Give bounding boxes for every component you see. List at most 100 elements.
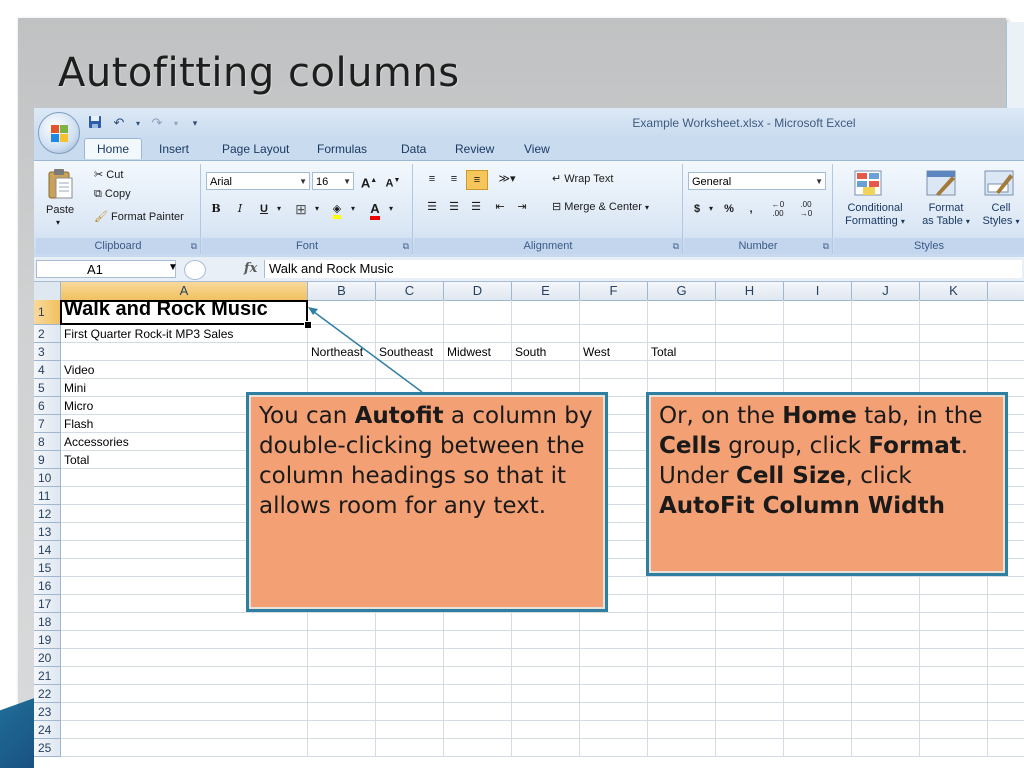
grid-cell[interactable]	[376, 739, 444, 757]
grid-cell[interactable]	[920, 703, 988, 721]
fill-handle[interactable]	[304, 321, 312, 329]
row-header[interactable]: 20	[34, 649, 61, 667]
grid-cell[interactable]	[580, 361, 648, 379]
office-button[interactable]	[38, 112, 80, 154]
grid-cell[interactable]	[376, 667, 444, 685]
orientation-icon[interactable]: ≫▾	[494, 170, 520, 188]
grid-cell[interactable]	[648, 595, 716, 613]
conditional-formatting-icon[interactable]	[854, 170, 882, 201]
grid-cell[interactable]	[784, 739, 852, 757]
grid-cell[interactable]	[444, 649, 512, 667]
grid-cell[interactable]	[716, 300, 784, 325]
grid-cell[interactable]	[376, 613, 444, 631]
grid-cell[interactable]	[988, 667, 1024, 685]
grid-cell[interactable]	[61, 721, 308, 739]
grid-cell[interactable]	[716, 685, 784, 703]
grid-cell[interactable]	[376, 703, 444, 721]
number-launcher-icon[interactable]: ⧉	[823, 241, 829, 252]
grid-cell[interactable]	[852, 361, 920, 379]
grid-cell[interactable]	[852, 577, 920, 595]
increase-indent-icon[interactable]: ⇥	[512, 198, 532, 216]
grid-cell[interactable]	[716, 703, 784, 721]
grid-cell[interactable]	[920, 595, 988, 613]
grid-cell[interactable]	[716, 577, 784, 595]
grid-cell[interactable]	[784, 343, 852, 361]
grid-cell[interactable]	[852, 631, 920, 649]
grid-cell[interactable]	[988, 361, 1024, 379]
grid-cell[interactable]	[852, 703, 920, 721]
comma-button[interactable]: ,	[742, 200, 760, 218]
grid-cell[interactable]	[444, 721, 512, 739]
grid-cell[interactable]	[444, 631, 512, 649]
row-header[interactable]: 2	[34, 325, 61, 343]
grid-cell[interactable]	[376, 649, 444, 667]
grid-cell[interactable]	[988, 343, 1024, 361]
row-header[interactable]: 25	[34, 739, 61, 757]
row-header[interactable]: 8	[34, 433, 61, 451]
copy-button[interactable]: ⧉ Copy	[94, 188, 131, 201]
grid-cell[interactable]	[61, 739, 308, 757]
grid-cell[interactable]	[716, 739, 784, 757]
grid-cell[interactable]	[61, 613, 308, 631]
column-header-b[interactable]: B	[308, 282, 376, 300]
grid-cell[interactable]	[784, 613, 852, 631]
row-header[interactable]: 3	[34, 343, 61, 361]
merge-center-button[interactable]: ⊟ Merge & Center ▾	[552, 200, 649, 213]
formula-input[interactable]: Walk and Rock Music	[264, 260, 1022, 278]
grid-cell[interactable]	[512, 631, 580, 649]
grid-cell[interactable]	[444, 703, 512, 721]
percent-button[interactable]: %	[720, 200, 738, 218]
grid-cell[interactable]	[920, 577, 988, 595]
grid-cell[interactable]	[648, 685, 716, 703]
tab-home[interactable]: Home	[84, 138, 143, 159]
grid-cell[interactable]	[444, 325, 512, 343]
grid-cell[interactable]	[648, 667, 716, 685]
format-as-table-icon[interactable]	[926, 170, 956, 201]
grid-cell[interactable]	[648, 721, 716, 739]
grid-cell[interactable]	[784, 300, 852, 325]
column-header-d[interactable]: D	[444, 282, 512, 300]
tab-formulas[interactable]: Formulas	[317, 142, 367, 156]
column-header-i[interactable]: I	[784, 282, 852, 300]
grid-cell[interactable]	[648, 325, 716, 343]
grid-cell[interactable]	[580, 703, 648, 721]
align-center-icon[interactable]: ☰	[444, 198, 464, 216]
grid-cell[interactable]	[852, 667, 920, 685]
grid-cell[interactable]	[852, 595, 920, 613]
grid-cell[interactable]	[784, 703, 852, 721]
grid-cell[interactable]	[920, 649, 988, 667]
grid-cell[interactable]	[61, 685, 308, 703]
paste-button[interactable]: Paste	[46, 204, 74, 216]
grid-cell[interactable]	[920, 721, 988, 739]
grid-cell[interactable]	[512, 721, 580, 739]
grid-cell[interactable]	[308, 631, 376, 649]
active-cell-a1[interactable]	[60, 300, 308, 325]
grid-cell[interactable]	[512, 300, 580, 325]
grid-cell[interactable]	[308, 685, 376, 703]
paste-dropdown-icon[interactable]: ▾	[56, 218, 60, 227]
borders-dropdown-icon[interactable]: ▾	[312, 200, 322, 218]
row-header[interactable]: 17	[34, 595, 61, 613]
select-all-corner[interactable]	[34, 282, 61, 300]
grid-cell[interactable]	[512, 667, 580, 685]
grid-cell[interactable]	[376, 631, 444, 649]
row-header[interactable]: 4	[34, 361, 61, 379]
grid-cell[interactable]	[61, 343, 308, 361]
format-painter-button[interactable]: 🖌 Format Painter	[94, 210, 184, 223]
row-header[interactable]: 15	[34, 559, 61, 577]
row-header[interactable]: 14	[34, 541, 61, 559]
fill-color-button[interactable]: ◈	[326, 200, 348, 219]
grid-cell[interactable]	[376, 685, 444, 703]
underline-dropdown-icon[interactable]: ▾	[274, 200, 284, 218]
grid-cell[interactable]	[648, 300, 716, 325]
column-header-f[interactable]: F	[580, 282, 648, 300]
cell-styles-button[interactable]: Cell Styles ▾	[978, 202, 1024, 228]
grid-cell[interactable]	[920, 631, 988, 649]
grid-cell[interactable]	[512, 613, 580, 631]
align-right-icon[interactable]: ☰	[466, 198, 486, 216]
grid-cell[interactable]	[920, 613, 988, 631]
grid-cell[interactable]	[716, 613, 784, 631]
tab-view[interactable]: View	[524, 142, 550, 156]
grid-cell[interactable]	[308, 703, 376, 721]
grid-cell[interactable]	[988, 595, 1024, 613]
